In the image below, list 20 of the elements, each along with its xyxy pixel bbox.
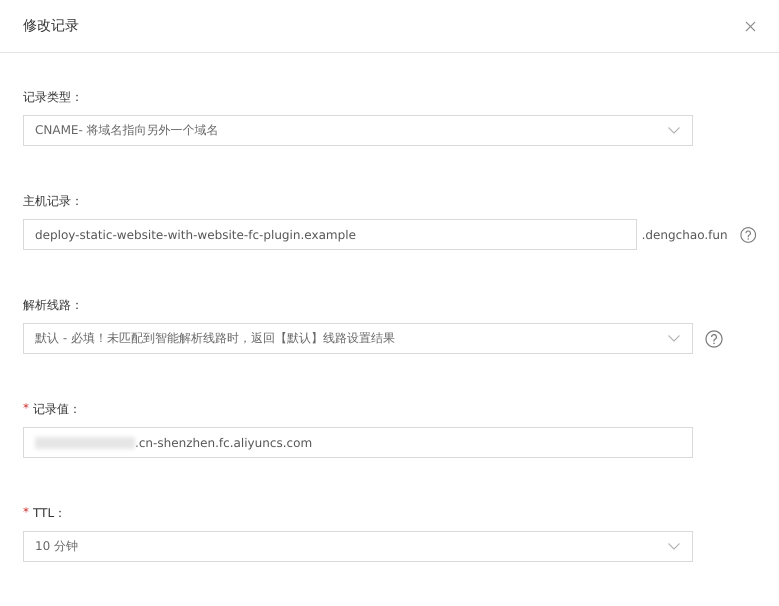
field-label: 记录类型： xyxy=(23,89,83,106)
chevron-down-icon xyxy=(668,543,680,550)
dialog-title: 修改记录 xyxy=(23,17,79,35)
required-mark: * xyxy=(23,401,29,415)
field-label: 解析线路： xyxy=(23,297,83,314)
chevron-down-icon xyxy=(668,127,680,134)
select-field[interactable]: 10 分钟 xyxy=(23,531,693,562)
field-label: TTL： xyxy=(33,505,66,522)
close-icon[interactable] xyxy=(745,20,756,32)
select-field[interactable]: CNAME- 将域名指向另外一个域名 xyxy=(23,115,693,146)
help-icon[interactable] xyxy=(705,330,723,348)
input-field[interactable]: deploy-static-website-with-website-fc-plugin.example xyxy=(23,219,637,250)
domain-suffix: .dengchao.fun xyxy=(642,228,728,242)
chevron-down-icon xyxy=(668,335,680,342)
field-label: 记录值： xyxy=(33,401,81,418)
help-icon[interactable] xyxy=(740,226,756,244)
input-field[interactable]: .cn-shenzhen.fc.aliyuncs.com xyxy=(23,427,693,458)
required-mark: * xyxy=(23,505,29,519)
field-label: 主机记录： xyxy=(23,193,83,210)
select-field[interactable]: 默认 - 必填！未匹配到智能解析线路时，返回【默认】线路设置结果 xyxy=(23,323,693,354)
